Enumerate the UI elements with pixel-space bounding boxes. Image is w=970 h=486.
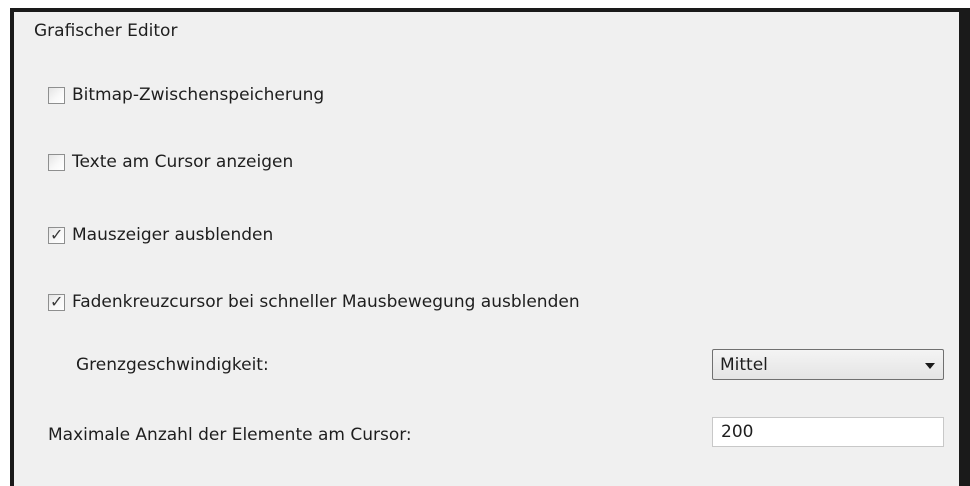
speed-threshold-label: Grenzgeschwindigkeit:	[76, 355, 269, 375]
bitmap-caching-option[interactable]: Bitmap-Zwischenspeicherung	[48, 84, 324, 106]
bitmap-caching-checkbox[interactable]	[48, 86, 65, 104]
checkmark-icon: ✓	[50, 291, 64, 311]
hide-mouse-pointer-option[interactable]: ✓ Mauszeiger ausblenden	[48, 224, 273, 246]
speed-threshold-value: Mittel	[720, 355, 768, 375]
bitmap-caching-label[interactable]: Bitmap-Zwischenspeicherung	[72, 85, 324, 105]
max-elements-value[interactable]: 200	[721, 422, 753, 442]
max-elements-input[interactable]: 200	[712, 417, 944, 447]
settings-panel: Grafischer Editor Bitmap-Zwischenspeiche…	[14, 12, 959, 486]
section-title: Grafischer Editor	[34, 21, 178, 41]
hide-mouse-pointer-label[interactable]: Mauszeiger ausblenden	[72, 225, 273, 245]
show-text-at-cursor-label[interactable]: Texte am Cursor anzeigen	[72, 152, 293, 172]
hide-crosshair-option[interactable]: ✓ Fadenkreuzcursor bei schneller Mausbew…	[48, 291, 580, 313]
max-elements-label: Maximale Anzahl der Elemente am Cursor:	[48, 425, 412, 445]
checkmark-icon: ✓	[50, 224, 64, 244]
speed-threshold-select[interactable]: Mittel	[712, 349, 944, 380]
dialog-frame: Grafischer Editor Bitmap-Zwischenspeiche…	[0, 0, 970, 486]
show-text-at-cursor-checkbox[interactable]	[48, 153, 65, 171]
show-text-at-cursor-option[interactable]: Texte am Cursor anzeigen	[48, 151, 293, 173]
hide-crosshair-checkbox[interactable]: ✓	[48, 291, 65, 311]
frame-border-right	[959, 8, 970, 486]
hide-mouse-pointer-checkbox[interactable]: ✓	[48, 224, 65, 244]
chevron-down-icon[interactable]	[925, 363, 935, 369]
hide-crosshair-label[interactable]: Fadenkreuzcursor bei schneller Mausbeweg…	[72, 292, 580, 312]
